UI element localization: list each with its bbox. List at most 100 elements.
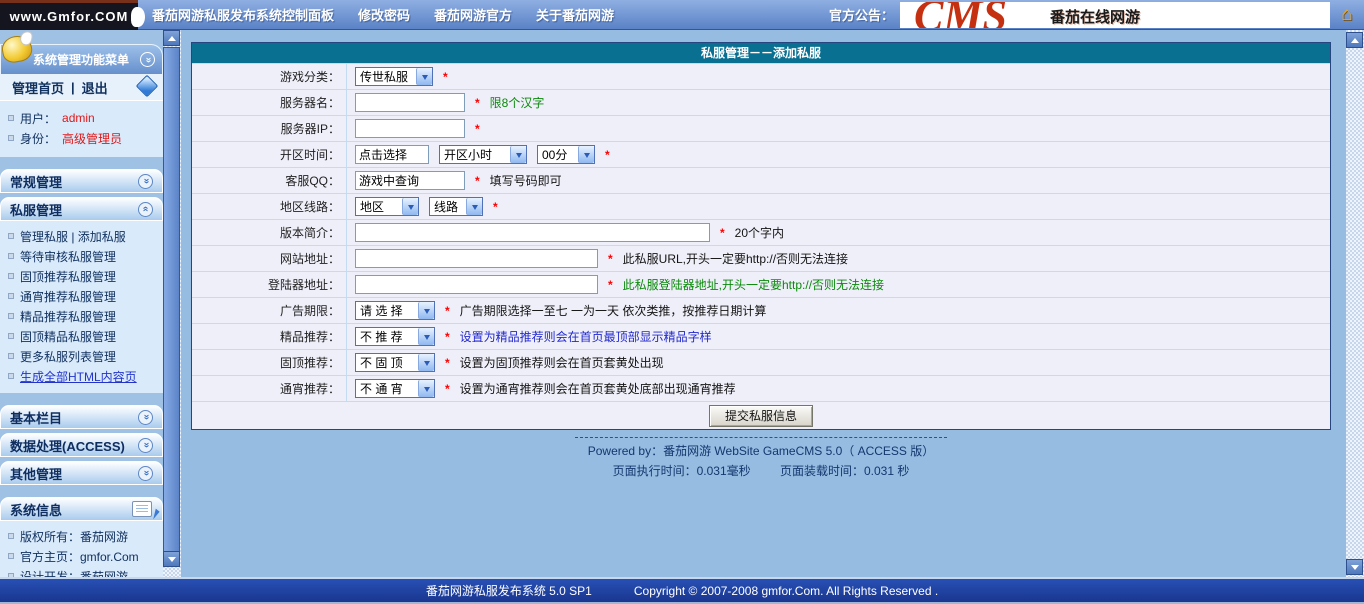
field-cell: 地区线路* <box>347 194 1330 219</box>
bullet-icon <box>8 135 14 141</box>
field-cell: *填写号码即可 <box>347 168 1330 193</box>
section-ps-management[interactable]: 私服管理 » <box>0 197 163 221</box>
line-select[interactable]: 线路 <box>429 197 483 216</box>
copyright: Copyright © 2007-2008 gmfor.Com. All Rig… <box>634 584 938 598</box>
version-intro-input[interactable] <box>355 223 710 242</box>
section-basic-columns[interactable]: 基本栏目 » <box>0 405 163 429</box>
sidebar-scrollbar[interactable] <box>163 30 181 577</box>
game-category-select[interactable]: 传世私服 <box>355 67 433 86</box>
field-label: 地区线路： <box>192 194 347 219</box>
sidebar-menu-item[interactable]: 固顶推荐私服管理 <box>8 266 163 286</box>
field-note: 20个字内 <box>735 224 784 241</box>
user-label: 用户： <box>20 110 56 127</box>
info-item-label: 设计开发：番茄网游 <box>20 568 128 578</box>
server-name-input[interactable] <box>355 93 465 112</box>
menu-icon <box>0 34 34 65</box>
logout-link[interactable]: 退出 <box>82 78 108 97</box>
page-footer: Powered by：番茄网游 WebSite GameCMS 5.0（ ACC… <box>191 437 1331 479</box>
page-scrollbar[interactable] <box>1346 30 1364 577</box>
bullet-icon <box>8 313 14 319</box>
arrow-down-icon <box>1351 565 1359 574</box>
field-note: 填写号码即可 <box>490 172 562 189</box>
sidebar-menu-item[interactable]: 更多私服列表管理 <box>8 346 163 366</box>
chevron-down-icon <box>418 328 434 345</box>
chevron-double-down-icon[interactable]: » <box>138 174 153 189</box>
form-row: 服务器名：*限8个汉字 <box>192 89 1330 115</box>
chevron-double-down-icon[interactable]: » <box>138 438 153 453</box>
select-value: 线路 <box>430 198 466 215</box>
nav-control-panel[interactable]: 番茄网游私服发布系统控制面板 <box>152 5 334 24</box>
section-regular-management[interactable]: 常规管理 » <box>0 169 163 193</box>
field-label: 网站地址： <box>192 246 347 271</box>
chevron-double-down-icon[interactable]: » <box>138 466 153 481</box>
fixed-top-recommend-select[interactable]: 不 固 顶 <box>355 353 435 372</box>
open-minute-select[interactable]: 00分 <box>537 145 595 164</box>
admin-home-link[interactable]: 管理首页 <box>12 78 64 97</box>
sidebar-menu-item[interactable]: 等待审核私服管理 <box>8 246 163 266</box>
chevron-down-icon <box>418 354 434 371</box>
system-info-item: 版权所有：番茄网游 <box>8 526 163 546</box>
top-nav: 番茄网游私服发布系统控制面板 修改密码 番茄网游官方 关于番茄网游 <box>152 5 614 24</box>
overnight-recommend-select[interactable]: 不 通 宵 <box>355 379 435 398</box>
field-note: 设置为精品推荐则会在首页最顶部显示精品字样 <box>460 328 712 345</box>
chevron-double-up-icon[interactable]: » <box>138 202 153 217</box>
chevron-double-down-icon[interactable]: » <box>140 52 155 67</box>
open-time-input[interactable] <box>355 145 429 164</box>
section-label: 其他管理 <box>10 464 62 483</box>
info-item-label: 官方主页：gmfor.Com <box>20 548 139 565</box>
arrow-up-icon <box>1351 34 1359 43</box>
server-ip-input[interactable] <box>355 119 465 138</box>
required-star: * <box>445 304 450 318</box>
scroll-up-button[interactable] <box>1346 32 1363 48</box>
home-icon[interactable]: ⌂ <box>1330 4 1364 26</box>
section-system-info[interactable]: 系统信息 <box>0 497 163 521</box>
sidebar-menu-item[interactable]: 精品推荐私服管理 <box>8 306 163 326</box>
announcement-banner[interactable]: CMS 番茄在线网游 <box>900 2 1330 28</box>
form-row: 地区线路：地区线路* <box>192 193 1330 219</box>
sidebar-menu-item[interactable]: 生成全部HTML内容页 <box>8 366 163 386</box>
scrollbar-thumb[interactable] <box>163 47 180 555</box>
shortcut-icon <box>136 75 159 98</box>
menu-item-label: 生成全部HTML内容页 <box>20 368 137 385</box>
scroll-down-button[interactable] <box>163 551 180 567</box>
chevron-down-icon <box>418 380 434 397</box>
field-cell: 不 固 顶*设置为固顶推荐则会在首页套黄处出现 <box>347 350 1330 375</box>
field-label: 通宵推荐： <box>192 376 347 401</box>
nav-change-password[interactable]: 修改密码 <box>358 5 410 24</box>
launcher-url-input[interactable] <box>355 275 598 294</box>
bullet-icon <box>8 253 14 259</box>
website-url-input[interactable] <box>355 249 598 268</box>
field-note: 限8个汉字 <box>490 94 545 111</box>
region-select[interactable]: 地区 <box>355 197 419 216</box>
product-version: 番茄网游私服发布系统 5.0 SP1 <box>426 582 592 599</box>
sidebar-menu-item[interactable]: 通宵推荐私服管理 <box>8 286 163 306</box>
bullet-icon <box>8 533 14 539</box>
sidebar-menu-header[interactable]: 系统管理功能菜单 » <box>0 44 163 74</box>
bullet-icon <box>8 373 14 379</box>
section-label: 私服管理 <box>10 200 62 219</box>
required-star: * <box>445 356 450 370</box>
section-data-processing[interactable]: 数据处理(ACCESS) » <box>0 433 163 457</box>
sidebar-menu-item[interactable]: 固顶精品私服管理 <box>8 326 163 346</box>
menu-item-label: 固顶推荐私服管理 <box>20 268 116 285</box>
open-hour-select[interactable]: 开区小时 <box>439 145 527 164</box>
chevron-down-icon <box>466 198 482 215</box>
sidebar-menu-item[interactable]: 管理私服 | 添加私服 <box>8 226 163 246</box>
section-other-management[interactable]: 其他管理 » <box>0 461 163 485</box>
required-star: * <box>475 96 480 110</box>
ad-period-select[interactable]: 请 选 择 <box>355 301 435 320</box>
field-cell: * <box>347 116 1330 141</box>
nav-about[interactable]: 关于番茄网游 <box>536 5 614 24</box>
scroll-down-button[interactable] <box>1346 559 1363 575</box>
scroll-up-button[interactable] <box>163 30 180 46</box>
premium-recommend-select[interactable]: 不 推 荐 <box>355 327 435 346</box>
arrow-up-icon <box>168 32 176 41</box>
select-value: 地区 <box>356 198 402 215</box>
site-logo[interactable]: www.Gmfor.COM <box>0 0 138 30</box>
main-content: 私服管理－－添加私服 游戏分类：传世私服*服务器名：*限8个汉字服务器IP：*开… <box>181 30 1346 577</box>
service-qq-input[interactable] <box>355 171 465 190</box>
chevron-double-down-icon[interactable]: » <box>138 410 153 425</box>
bullet-icon <box>8 573 14 577</box>
nav-official-site[interactable]: 番茄网游官方 <box>434 5 512 24</box>
submit-button[interactable]: 提交私服信息 <box>709 405 813 427</box>
